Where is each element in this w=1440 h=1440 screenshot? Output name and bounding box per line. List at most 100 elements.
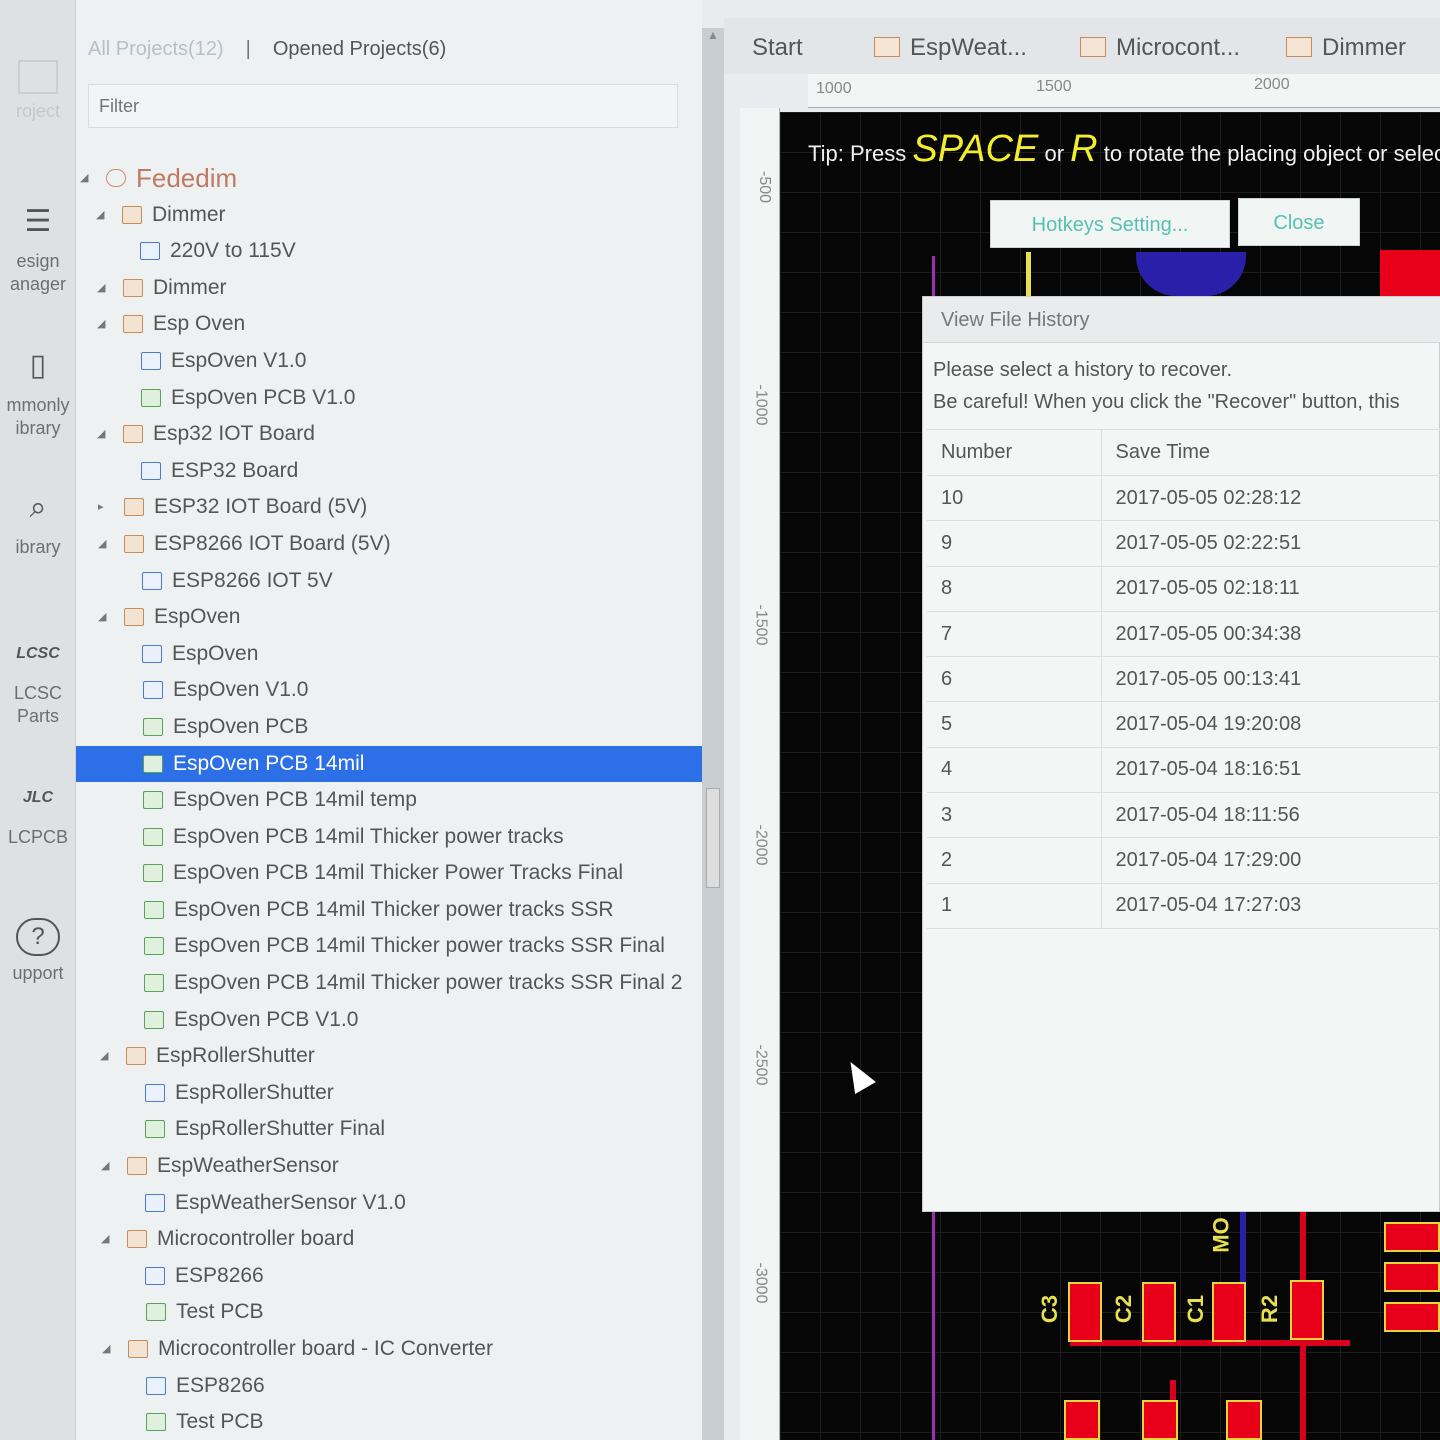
panel-splitter[interactable]	[702, 28, 724, 1440]
table-row[interactable]: 5 2017-05-04 19:20:08	[927, 701, 1440, 748]
tab-espweather[interactable]: EspWeat...	[874, 28, 1027, 68]
tree-item[interactable]: EspOven PCB	[76, 709, 702, 746]
tab-dimmer[interactable]: Dimmer	[1286, 28, 1406, 68]
table-row[interactable]: 2 2017-05-04 17:29:00	[927, 837, 1440, 884]
dialog-instruction: Please select a history to recover.	[933, 359, 1233, 381]
splitter-handle[interactable]	[706, 788, 720, 888]
tree-item[interactable]: EspOven PCB 14mil Thicker power tracks S…	[76, 928, 702, 965]
folder-icon	[874, 37, 900, 57]
tree-item[interactable]: EspOven PCB V1.0	[76, 380, 702, 417]
tree-label: EspRollerShutter Final	[175, 1117, 386, 1141]
tab-microcontroller[interactable]: Microcont...	[1080, 28, 1240, 68]
tree-item[interactable]: EspOven PCB 14mil Thicker power tracks	[76, 819, 702, 856]
tree-user[interactable]: ◢ Fededim	[76, 160, 702, 197]
pcb-icon	[144, 974, 164, 993]
pcb-icon	[146, 1413, 166, 1432]
tree-folder[interactable]: ◢ EspRollerShutter	[76, 1038, 702, 1075]
pcb-icon	[145, 1120, 165, 1139]
close-button[interactable]: Close	[1238, 198, 1360, 246]
rail-label: upport	[12, 963, 64, 983]
collapse-arrow-icon[interactable]: ◢	[97, 416, 111, 453]
collapse-arrow-icon[interactable]: ◢	[97, 306, 111, 343]
tree-item[interactable]: EspRollerShutter	[76, 1075, 702, 1112]
tree-item[interactable]: Test PCB	[76, 1404, 702, 1440]
tree-item[interactable]: ESP32 Board	[76, 453, 702, 490]
tree-folder[interactable]: ◢ Dimmer	[76, 270, 702, 307]
tree-item[interactable]: EspOven PCB 14mil Thicker Power Tracks F…	[76, 855, 702, 892]
table-row[interactable]: 6 2017-05-05 00:13:41	[927, 656, 1440, 703]
history-save-time: 2017-05-04 17:29:00	[1101, 837, 1440, 884]
placement-tip: Tip: Press SPACE or R to rotate the plac…	[808, 128, 1440, 171]
tree-label: Esp Oven	[153, 312, 246, 336]
expand-arrow-icon[interactable]: ▸	[98, 489, 112, 526]
table-row[interactable]: 3 2017-05-04 18:11:56	[927, 792, 1440, 839]
tree-item[interactable]: ESP8266	[76, 1368, 702, 1405]
tab-start[interactable]: Start	[752, 28, 803, 68]
tree-item[interactable]: EspOven V1.0	[76, 343, 702, 380]
collapse-arrow-icon[interactable]: ◢	[102, 1331, 116, 1368]
hotkeys-setting-button[interactable]: Hotkeys Setting...	[990, 200, 1230, 248]
tree-folder[interactable]: ◢ Esp Oven	[76, 306, 702, 343]
rail-support[interactable]: ? upport	[0, 918, 76, 985]
column-number[interactable]: Number	[927, 429, 1102, 476]
commonly-library-icon: ▯	[29, 349, 47, 382]
tree-item[interactable]: EspOven PCB V1.0	[76, 1002, 702, 1039]
rail-design-manager[interactable]: ☰ esign anager	[0, 200, 76, 296]
collapse-arrow-icon[interactable]: ◢	[98, 526, 112, 563]
table-row[interactable]: 4 2017-05-04 18:16:51	[927, 747, 1440, 794]
rail-lcsc-parts[interactable]: LCSC LCSC Parts	[0, 632, 76, 728]
collapse-arrow-icon[interactable]: ◢	[97, 270, 111, 307]
tree-item[interactable]: EspRollerShutter Final	[76, 1111, 702, 1148]
dialog-title[interactable]: View File History	[923, 297, 1440, 343]
tree-label: ESP32 IOT Board (5V)	[154, 495, 368, 519]
rail-library[interactable]: ⌕ ibrary	[0, 486, 76, 559]
history-save-time: 2017-05-05 00:13:41	[1101, 656, 1440, 703]
tree-item[interactable]: EspOven V1.0	[76, 672, 702, 709]
collapse-arrow-icon[interactable]: ◢	[98, 599, 112, 636]
table-row[interactable]: 9 2017-05-05 02:22:51	[927, 520, 1440, 567]
table-row[interactable]: 1 2017-05-04 17:27:03	[927, 883, 1440, 929]
history-number: 4	[927, 747, 1102, 794]
tab-opened-projects[interactable]: Opened Projects(6)	[273, 38, 446, 60]
tree-folder[interactable]: ◢ Esp32 IOT Board	[76, 416, 702, 453]
tree-label: EspOven PCB 14mil Thicker power tracks S…	[174, 897, 614, 921]
tree-item[interactable]: EspWeatherSensor V1.0	[76, 1185, 702, 1222]
tree-folder[interactable]: ▸ ESP32 IOT Board (5V)	[76, 489, 702, 526]
tree-folder[interactable]: ◢ Microcontroller board - IC Converter	[76, 1331, 702, 1368]
pcb-icon	[144, 937, 164, 956]
rail-project[interactable]: roject	[0, 60, 76, 123]
filter-input[interactable]	[88, 84, 678, 128]
pcb-pad	[1142, 1282, 1176, 1342]
collapse-arrow-icon[interactable]: ◢	[101, 1221, 115, 1258]
tree-item[interactable]: ESP8266	[76, 1258, 702, 1295]
tree-item[interactable]: EspOven PCB 14mil Thicker power tracks S…	[76, 892, 702, 929]
tree-label: EspOven PCB 14mil Thicker power tracks S…	[174, 971, 683, 995]
tree-folder[interactable]: ◢ EspOven	[76, 599, 702, 636]
collapse-arrow-icon[interactable]: ◢	[96, 197, 110, 234]
tree-folder[interactable]: ◢ ESP8266 IOT Board (5V)	[76, 526, 702, 563]
table-row[interactable]: 8 2017-05-05 02:18:11	[927, 566, 1440, 612]
tree-folder[interactable]: ◢ EspWeatherSensor	[76, 1148, 702, 1185]
tree-item[interactable]: ESP8266 IOT 5V	[76, 563, 702, 600]
tree-folder[interactable]: ◢ Microcontroller board	[76, 1221, 702, 1258]
tree-item[interactable]: EspOven PCB 14mil	[76, 745, 702, 783]
tip-prefix: Tip: Press	[808, 141, 907, 166]
tree-item[interactable]: EspOven PCB 14mil temp	[76, 782, 702, 819]
collapse-arrow-icon[interactable]: ◢	[80, 160, 94, 197]
collapse-arrow-icon[interactable]: ◢	[100, 1038, 114, 1075]
collapse-arrow-icon[interactable]: ◢	[101, 1148, 115, 1185]
tree-item[interactable]: 220V to 115V	[76, 233, 702, 270]
tree-folder[interactable]: ◢ Dimmer	[76, 197, 702, 234]
table-row[interactable]: 7 2017-05-05 00:34:38	[927, 611, 1440, 658]
tree-item[interactable]: EspOven	[76, 636, 702, 673]
rail-commonly-library[interactable]: ▯ mmonly ibrary	[0, 344, 76, 440]
scroll-up-icon[interactable]: ▲	[702, 28, 724, 50]
left-rail: roject ☰ esign anager ▯ mmonly ibrary ⌕ ib…	[0, 0, 76, 1440]
column-save-time[interactable]: Save Time	[1101, 429, 1440, 476]
tree-item[interactable]: EspOven PCB 14mil Thicker power tracks S…	[76, 965, 702, 1002]
tree-item[interactable]: Test PCB	[76, 1294, 702, 1331]
tab-all-projects[interactable]: All Projects(12)	[88, 38, 224, 60]
table-row[interactable]: 10 2017-05-05 02:28:12	[927, 475, 1440, 522]
rail-jlcpcb[interactable]: JLC LCPCB	[0, 776, 76, 849]
tree-label: EspRollerShutter	[175, 1080, 334, 1104]
